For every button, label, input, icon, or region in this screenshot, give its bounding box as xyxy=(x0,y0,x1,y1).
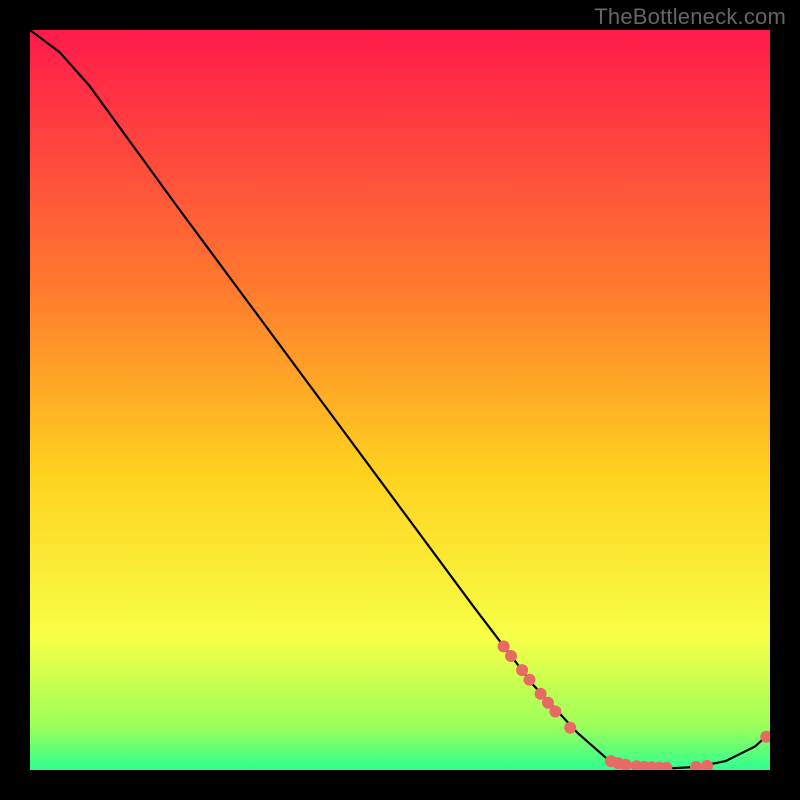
curve-marker xyxy=(564,722,576,734)
curve-marker xyxy=(505,650,517,662)
chart-frame: TheBottleneck.com xyxy=(0,0,800,800)
watermark-text: TheBottleneck.com xyxy=(594,4,786,30)
curve-marker xyxy=(516,664,528,676)
chart-svg xyxy=(30,30,770,770)
gradient-bg xyxy=(30,30,770,770)
curve-marker xyxy=(524,674,536,686)
curve-marker xyxy=(498,640,510,652)
curve-marker xyxy=(549,706,561,718)
bottleneck-chart xyxy=(30,30,770,770)
